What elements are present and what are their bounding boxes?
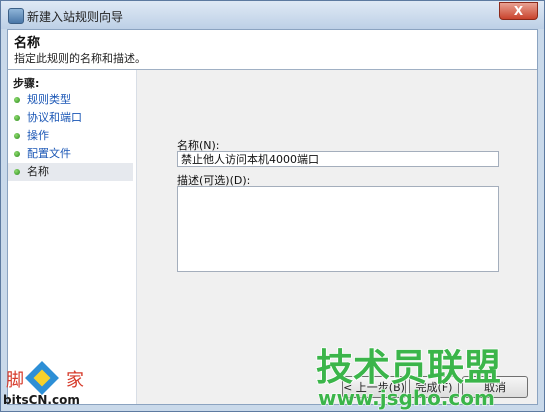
- step-bullet-icon: [14, 151, 20, 157]
- step-label: 规则类型: [27, 93, 71, 106]
- window-title: 新建入站规则向导: [27, 10, 124, 24]
- page-title: 名称: [14, 36, 41, 51]
- wizard-window: 新建入站规则向导 X 名称 指定此规则的名称和描述。 步骤: 规则类型 协议和端…: [0, 0, 545, 412]
- steps-label: 步骤:: [13, 77, 40, 90]
- step-label: 协议和端口: [27, 111, 82, 124]
- close-button[interactable]: X: [499, 2, 538, 20]
- step-profile[interactable]: 配置文件: [8, 145, 133, 163]
- cancel-button[interactable]: 取消: [462, 376, 528, 398]
- step-label: 操作: [27, 129, 49, 142]
- step-bullet-icon: [14, 133, 20, 139]
- wizard-main-panel: 名称(N): 描述(可选)(D): < 上一步(B) 完成(F) 取消: [137, 70, 537, 404]
- name-input[interactable]: [177, 151, 499, 167]
- step-bullet-icon: [14, 169, 20, 175]
- step-protocol-port[interactable]: 协议和端口: [8, 109, 133, 127]
- wizard-header: 名称 指定此规则的名称和描述。: [8, 30, 537, 68]
- back-button[interactable]: < 上一步(B): [342, 376, 406, 398]
- step-bullet-icon: [14, 97, 20, 103]
- step-name[interactable]: 名称: [8, 163, 133, 181]
- description-textarea[interactable]: [177, 186, 499, 272]
- step-rule-type[interactable]: 规则类型: [8, 91, 133, 109]
- firewall-icon: [8, 8, 24, 24]
- title-bar[interactable]: 新建入站规则向导 X: [1, 1, 544, 29]
- step-label: 配置文件: [27, 147, 71, 160]
- step-label: 名称: [27, 165, 49, 178]
- wizard-client-area: 名称 指定此规则的名称和描述。 步骤: 规则类型 协议和端口 操作 配置文件 名…: [7, 29, 538, 405]
- step-bullet-icon: [14, 115, 20, 121]
- step-action[interactable]: 操作: [8, 127, 133, 145]
- steps-sidebar: 步骤: 规则类型 协议和端口 操作 配置文件 名称: [8, 70, 137, 404]
- finish-button[interactable]: 完成(F): [409, 376, 459, 398]
- page-subtitle: 指定此规则的名称和描述。: [14, 52, 146, 65]
